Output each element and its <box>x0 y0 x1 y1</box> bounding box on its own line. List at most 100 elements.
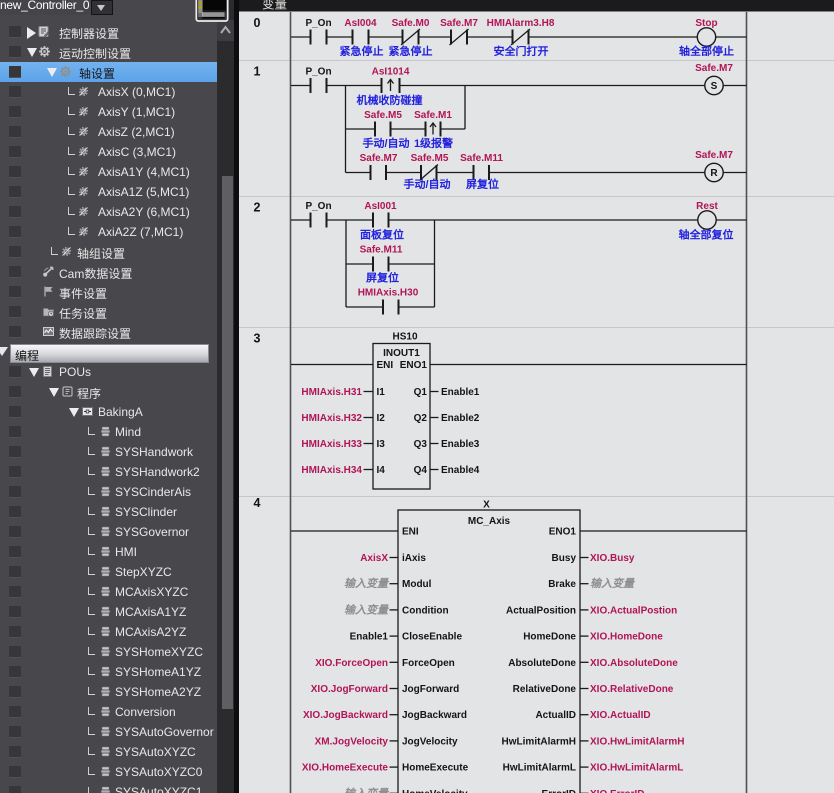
svg-text:安全门打开: 安全门打开 <box>494 45 549 58</box>
svg-text:Enable1: Enable1 <box>350 632 389 643</box>
svg-text:JogVelocity: JogVelocity <box>402 736 458 747</box>
svg-text:0: 0 <box>254 16 261 30</box>
svg-text:ENO1: ENO1 <box>400 360 428 371</box>
svg-text:XIO.ErrorID: XIO.ErrorID <box>590 789 644 793</box>
svg-text:Brake: Brake <box>548 579 576 590</box>
svg-text:P_On: P_On <box>305 201 331 212</box>
svg-text:XIO.HwLimitAlarmL: XIO.HwLimitAlarmL <box>590 763 683 774</box>
svg-text:HMIAlarm3.H8: HMIAlarm3.H8 <box>487 18 555 29</box>
svg-text:ActualID: ActualID <box>535 710 576 721</box>
svg-text:机械收防碰撞: 机械收防碰撞 <box>357 94 423 107</box>
svg-text:ENI: ENI <box>377 360 394 371</box>
svg-text:I1: I1 <box>377 387 386 398</box>
svg-text:HwLimitAlarmL: HwLimitAlarmL <box>503 763 576 774</box>
svg-text:Q3: Q3 <box>414 439 428 450</box>
svg-text:ENO1: ENO1 <box>549 527 577 538</box>
svg-text:iAxis: iAxis <box>402 553 426 564</box>
svg-text:Safe.M0: Safe.M0 <box>392 18 430 29</box>
svg-text:ForceOpen: ForceOpen <box>402 658 455 669</box>
svg-text:XIO.HomeDone: XIO.HomeDone <box>590 632 663 643</box>
svg-text:HMIAxis.H34: HMIAxis.H34 <box>301 465 362 476</box>
svg-text:AbsoluteDone: AbsoluteDone <box>508 658 576 669</box>
svg-text:变量: 变量 <box>262 0 287 12</box>
svg-text:XIO.ActualID: XIO.ActualID <box>590 710 651 721</box>
svg-text:HMIAxis.H32: HMIAxis.H32 <box>301 413 362 424</box>
svg-text:Condition: Condition <box>402 605 449 616</box>
svg-text:Safe.M5: Safe.M5 <box>411 153 449 164</box>
svg-text:输入变量: 输入变量 <box>590 577 636 590</box>
svg-text:Q2: Q2 <box>414 413 428 424</box>
svg-text:紧急停止: 紧急停止 <box>389 45 433 58</box>
svg-text:ActualPosition: ActualPosition <box>506 605 576 616</box>
svg-text:Enable3: Enable3 <box>441 439 480 450</box>
svg-text:I3: I3 <box>377 439 386 450</box>
svg-text:Enable4: Enable4 <box>441 465 480 476</box>
svg-text:HomeDone: HomeDone <box>523 632 576 643</box>
svg-text:HMIAxis.H31: HMIAxis.H31 <box>301 387 362 398</box>
svg-text:Modul: Modul <box>402 579 432 590</box>
svg-text:CloseEnable: CloseEnable <box>402 632 462 643</box>
svg-text:面板复位: 面板复位 <box>360 229 404 242</box>
svg-text:P_On: P_On <box>305 18 331 29</box>
svg-text:XIO.HwLimitAlarmH: XIO.HwLimitAlarmH <box>590 736 684 747</box>
svg-text:HMIAxis.H30: HMIAxis.H30 <box>358 288 419 299</box>
svg-text:HomeVelocity: HomeVelocity <box>402 789 468 793</box>
svg-text:HomeExecute: HomeExecute <box>402 763 469 774</box>
svg-text:XIO.JogForward: XIO.JogForward <box>311 684 388 695</box>
svg-text:Safe.M7: Safe.M7 <box>695 63 733 74</box>
svg-text:Q1: Q1 <box>414 387 428 398</box>
svg-text:Stop: Stop <box>695 18 717 29</box>
svg-text:2: 2 <box>254 201 261 215</box>
svg-text:输入变量: 输入变量 <box>344 787 390 793</box>
svg-text:S: S <box>711 81 718 92</box>
svg-text:AsI1014: AsI1014 <box>372 67 410 78</box>
svg-text:MC_Axis: MC_Axis <box>468 516 511 527</box>
svg-text:Safe.M7: Safe.M7 <box>440 18 478 29</box>
svg-text:Safe.M7: Safe.M7 <box>360 153 398 164</box>
svg-text:4: 4 <box>254 496 261 510</box>
svg-text:Rest: Rest <box>696 201 718 212</box>
svg-text:手动/自动: 手动/自动 <box>403 178 450 191</box>
svg-text:屏复位: 屏复位 <box>465 178 499 191</box>
svg-text:Safe.M5: Safe.M5 <box>364 110 402 121</box>
svg-text:3: 3 <box>254 332 261 346</box>
svg-text:HwLimitAlarmH: HwLimitAlarmH <box>502 736 576 747</box>
svg-text:手动/自动: 手动/自动 <box>362 137 409 150</box>
svg-text:JogBackward: JogBackward <box>402 710 467 721</box>
svg-text:XM.JogVelocity: XM.JogVelocity <box>315 736 389 747</box>
svg-text:AsI004: AsI004 <box>344 18 377 29</box>
svg-text:HS10: HS10 <box>392 332 417 343</box>
svg-text:R: R <box>710 168 718 179</box>
svg-text:XIO.HomeExecute: XIO.HomeExecute <box>302 763 389 774</box>
svg-text:Busy: Busy <box>552 553 577 564</box>
svg-text:XIO.Busy: XIO.Busy <box>590 553 635 564</box>
svg-text:Safe.M1: Safe.M1 <box>414 110 452 121</box>
svg-text:XIO.ForceOpen: XIO.ForceOpen <box>315 658 388 669</box>
svg-text:XIO.AbsoluteDone: XIO.AbsoluteDone <box>590 658 678 669</box>
svg-text:X: X <box>483 500 490 511</box>
svg-text:输入变量: 输入变量 <box>344 603 390 616</box>
svg-text:Safe.M7: Safe.M7 <box>695 150 733 161</box>
svg-text:Enable2: Enable2 <box>441 413 480 424</box>
svg-text:JogForward: JogForward <box>402 684 459 695</box>
svg-text:I4: I4 <box>377 465 386 476</box>
svg-text:ErrorID: ErrorID <box>542 789 576 793</box>
svg-text:轴全部复位: 轴全部复位 <box>679 229 734 242</box>
svg-text:Enable1: Enable1 <box>441 387 480 398</box>
svg-text:1级报警: 1级报警 <box>414 137 454 150</box>
svg-text:RelativeDone: RelativeDone <box>513 684 577 695</box>
svg-text:XIO.RelativeDone: XIO.RelativeDone <box>590 684 674 695</box>
svg-text:XIO.JogBackward: XIO.JogBackward <box>303 710 388 721</box>
svg-text:AsI001: AsI001 <box>364 201 397 212</box>
svg-text:Safe.M11: Safe.M11 <box>360 245 403 256</box>
svg-text:轴全部停止: 轴全部停止 <box>679 45 734 58</box>
svg-text:XIO.ActualPostion: XIO.ActualPostion <box>590 605 677 616</box>
svg-text:INOUT1: INOUT1 <box>383 348 420 359</box>
svg-text:P_On: P_On <box>305 67 331 78</box>
svg-text:紧急停止: 紧急停止 <box>340 45 384 58</box>
svg-text:AxisX: AxisX <box>360 553 388 564</box>
svg-text:Q4: Q4 <box>414 465 428 476</box>
svg-text:1: 1 <box>254 65 261 79</box>
svg-text:Safe.M11: Safe.M11 <box>460 153 503 164</box>
svg-text:I2: I2 <box>377 413 386 424</box>
